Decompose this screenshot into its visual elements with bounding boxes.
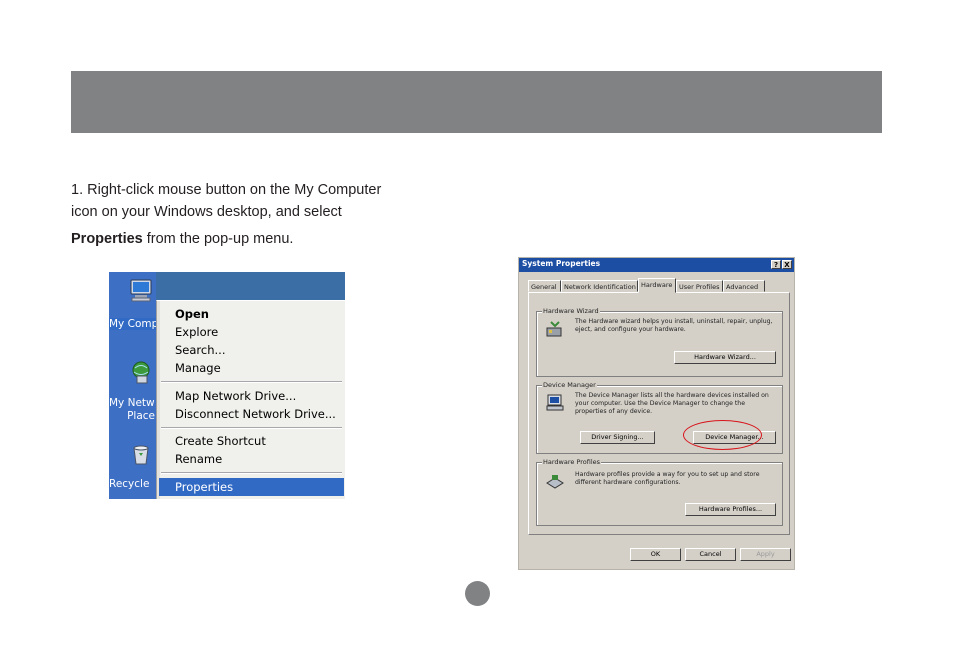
menu-item-map-network-drive[interactable]: Map Network Drive... [175, 389, 296, 403]
apply-button[interactable]: Apply [740, 548, 791, 561]
network-places-icon[interactable] [129, 360, 153, 384]
tab-user-profiles[interactable]: User Profiles [676, 280, 723, 292]
network-places-label[interactable]: My Netw [109, 397, 156, 409]
device-manager-icon [546, 394, 564, 411]
tab-hardware[interactable]: Hardware [638, 278, 676, 293]
network-places-label-2[interactable]: Place [109, 410, 155, 422]
hardware-profiles-icon [546, 475, 564, 489]
tab-general[interactable]: General [528, 280, 561, 292]
hardware-profiles-title: Hardware Profiles [542, 458, 602, 466]
hardware-profiles-button[interactable]: Hardware Profiles... [685, 503, 776, 516]
hardware-wizard-icon [546, 321, 562, 337]
hardware-profiles-text: Hardware profiles provide a way for you … [575, 471, 760, 486]
page-number-badge [465, 581, 490, 606]
my-computer-label[interactable]: My Comp [109, 318, 156, 330]
hardware-wizard-group: Hardware Wizard The Hardware wizard help… [536, 307, 783, 377]
system-properties-dialog: System Properties ? X General Network Id… [518, 257, 795, 570]
menu-separator [161, 381, 342, 383]
menu-item-manage[interactable]: Manage [175, 361, 221, 375]
context-menu: Open Explore Search... Manage Map Networ… [156, 300, 345, 499]
menu-item-rename[interactable]: Rename [175, 452, 222, 466]
menu-item-open[interactable]: Open [175, 307, 209, 321]
help-button[interactable]: ? [771, 260, 781, 269]
menu-item-create-shortcut[interactable]: Create Shortcut [175, 434, 266, 448]
instruction-line-2: icon on your Windows desktop, and select [71, 204, 342, 220]
hardware-profiles-group: Hardware Profiles Hardware profiles prov… [536, 458, 783, 526]
close-button[interactable]: X [782, 260, 792, 269]
instruction-line-1: 1. Right-click mouse button on the My Co… [71, 182, 382, 198]
instruction-line-3: Properties from the pop-up menu. [71, 231, 293, 247]
hardware-wizard-button[interactable]: Hardware Wizard... [674, 351, 776, 364]
title-bar: System Properties ? X [519, 258, 794, 272]
context-menu-screenshot: My Comp My Netw Place Recycle Open Explo… [109, 272, 345, 499]
menu-item-search[interactable]: Search... [175, 343, 225, 357]
menu-item-explore[interactable]: Explore [175, 325, 218, 339]
device-manager-highlight-circle [683, 420, 762, 450]
recycle-bin-label[interactable]: Recycle [109, 478, 156, 490]
menu-separator [161, 472, 342, 474]
device-manager-text: The Device Manager lists all the hardwar… [575, 392, 769, 415]
ok-button[interactable]: OK [630, 548, 681, 561]
menu-item-disconnect-network-drive[interactable]: Disconnect Network Drive... [175, 407, 336, 421]
cancel-button[interactable]: Cancel [685, 548, 736, 561]
recycle-bin-icon[interactable] [129, 442, 153, 466]
header-bar [71, 71, 882, 133]
context-menu-edge [157, 301, 160, 499]
tab-network-identification[interactable]: Network Identification [561, 280, 638, 292]
properties-keyword: Properties [71, 231, 143, 247]
my-computer-icon[interactable] [129, 278, 153, 302]
tab-advanced[interactable]: Advanced [723, 280, 765, 292]
driver-signing-button[interactable]: Driver Signing... [580, 431, 655, 444]
device-manager-title: Device Manager [542, 381, 597, 389]
hardware-wizard-text: The Hardware wizard helps you install, u… [575, 318, 773, 333]
menu-item-properties[interactable]: Properties [175, 480, 233, 494]
dialog-title: System Properties [522, 259, 601, 268]
hardware-wizard-title: Hardware Wizard [542, 307, 600, 315]
instruction-line-3-rest: from the pop-up menu. [142, 231, 294, 247]
hardware-tab-panel: Hardware Wizard The Hardware wizard help… [528, 292, 790, 535]
menu-separator [161, 427, 342, 429]
